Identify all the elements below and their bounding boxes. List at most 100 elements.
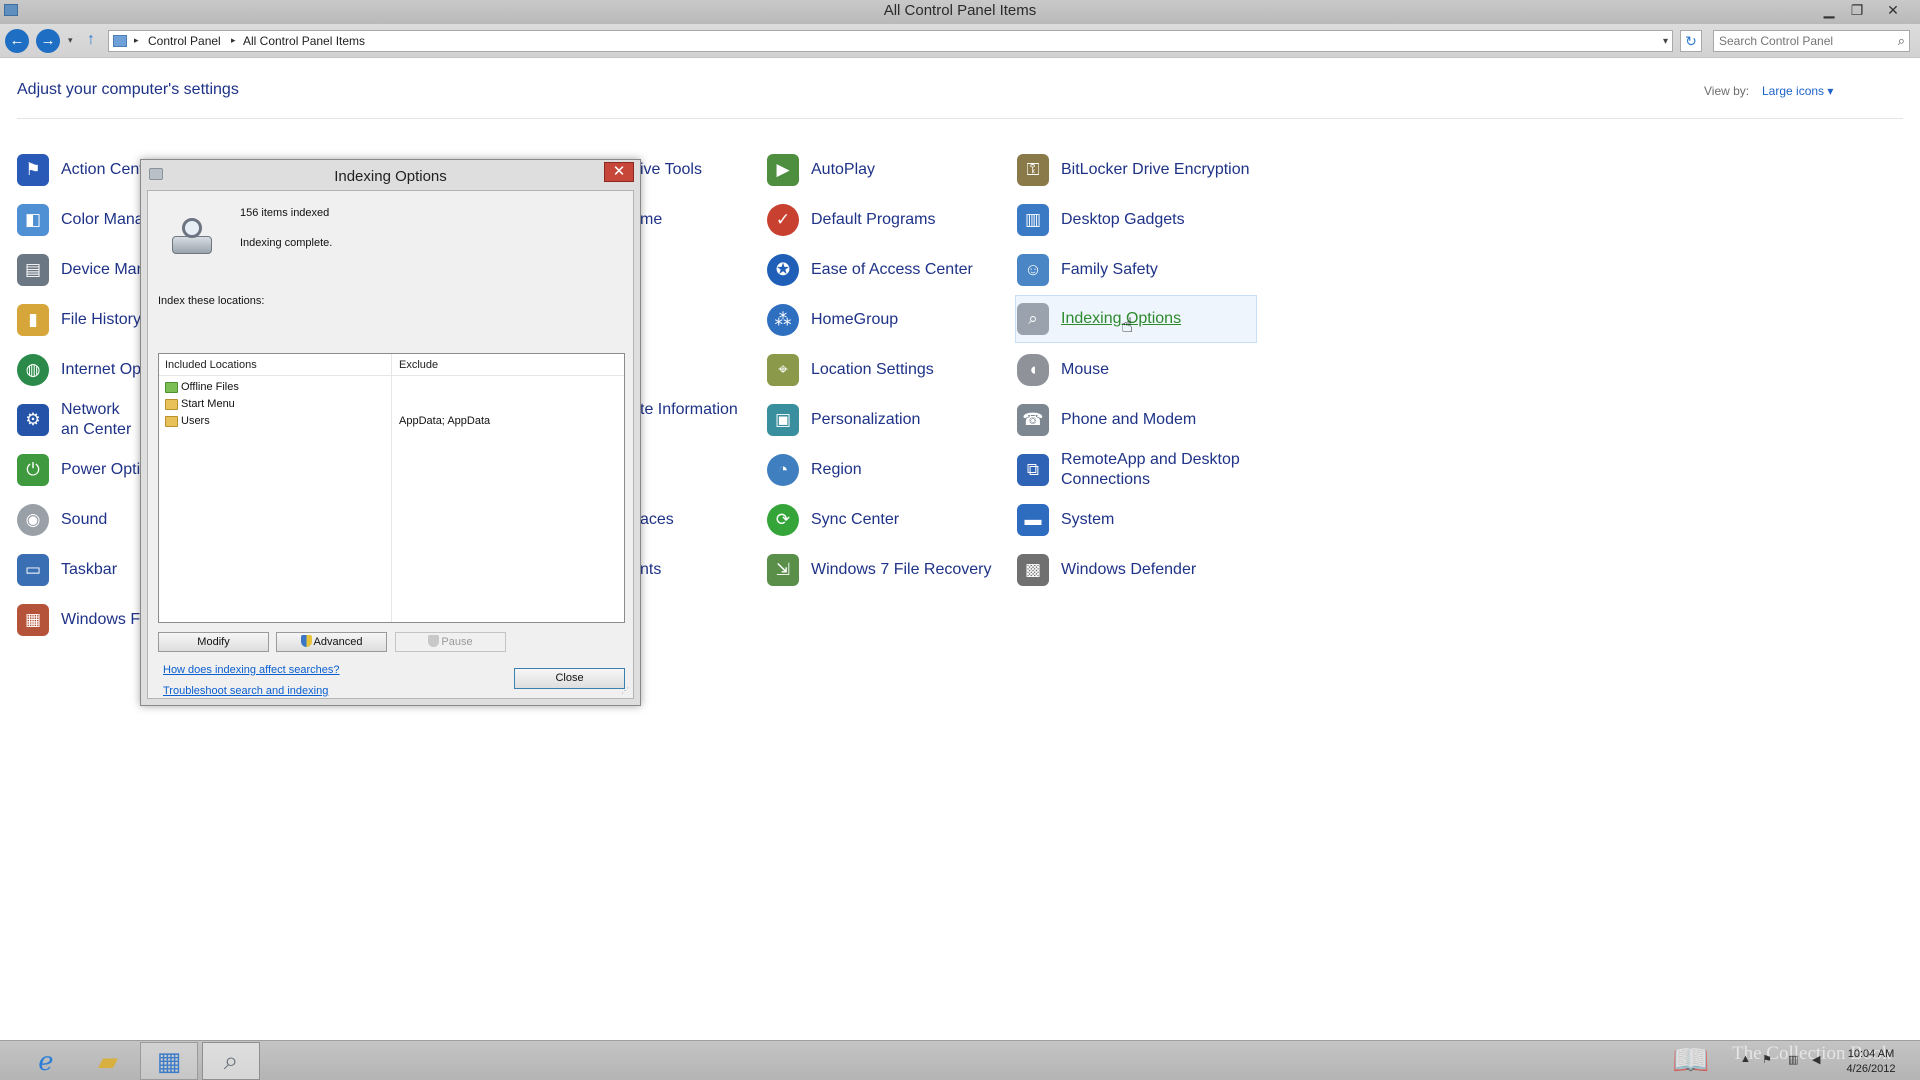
mouse-icon: ◖: [1017, 354, 1049, 386]
dialog-body: 156 items indexed Indexing complete. Ind…: [147, 190, 634, 699]
color-management-icon: ◧: [17, 204, 49, 236]
taskbar-indexing-options[interactable]: ⌕: [202, 1042, 260, 1080]
cp-item-autoplay[interactable]: ▶ AutoPlay: [767, 146, 1011, 194]
action-center-flag-icon[interactable]: ⚑: [1762, 1053, 1772, 1066]
indexing-options-dialog: Indexing Options ✕ 156 items indexed Ind…: [140, 159, 641, 706]
cp-item-system[interactable]: ▬ System: [1017, 496, 1261, 544]
search-box[interactable]: ⌕: [1713, 30, 1910, 52]
taskbar: ℯ ▰ ▦ ⌕ 📖 The Collection Book ▲ ⚑ ▥ ◀ 10…: [0, 1040, 1920, 1080]
cp-item-label: Region: [811, 461, 862, 478]
family-safety-icon: ☺: [1017, 254, 1049, 286]
breadcrumb-all-items[interactable]: All Control Panel Items: [243, 34, 365, 48]
list-item[interactable]: Users: [165, 413, 210, 429]
refresh-button[interactable]: ↻: [1680, 30, 1702, 52]
uac-shield-icon: [300, 635, 312, 647]
dialog-title-bar[interactable]: Indexing Options ✕: [141, 160, 640, 188]
maximize-button[interactable]: ❐: [1846, 1, 1868, 19]
cp-item-bitlocker[interactable]: ⚿ BitLocker Drive Encryption: [1017, 146, 1261, 194]
cp-item-homegroup[interactable]: ⁂ HomeGroup: [767, 296, 1011, 344]
taskbar-control-panel[interactable]: ▦: [140, 1042, 198, 1080]
region-icon: ◔: [767, 454, 799, 486]
taskbar-internet-explorer[interactable]: ℯ: [17, 1042, 75, 1080]
location-name: Start Menu: [181, 398, 235, 410]
cp-item-region[interactable]: ◔ Region: [767, 446, 1011, 494]
close-window-button[interactable]: ✕: [1882, 1, 1904, 19]
homegroup-icon: ⁂: [767, 304, 799, 336]
system-clock[interactable]: 10:04 AM 4/26/2012: [1838, 1047, 1904, 1077]
network-icon[interactable]: ▥: [1788, 1053, 1798, 1066]
minimize-button[interactable]: ▁: [1818, 1, 1840, 19]
modify-button[interactable]: Modify: [158, 632, 269, 652]
indexing-options-icon: ⌕: [223, 1045, 239, 1075]
internet-options-icon: ◍: [17, 354, 49, 386]
location-settings-icon: ⌖: [767, 354, 799, 386]
default-programs-icon: ✓: [767, 204, 799, 236]
included-locations-list[interactable]: Included Locations Exclude Offline Files…: [158, 353, 625, 623]
volume-icon[interactable]: ◀: [1812, 1053, 1820, 1066]
power-options-icon: ⏻: [17, 454, 49, 486]
cp-item-mouse[interactable]: ◖ Mouse: [1017, 346, 1261, 394]
cp-item-family-safety[interactable]: ☺ Family Safety: [1017, 246, 1261, 294]
heading-divider: [17, 118, 1903, 119]
up-button[interactable]: ↑: [87, 31, 95, 49]
column-header-included[interactable]: Included Locations: [165, 359, 257, 371]
advanced-button[interactable]: Advanced: [276, 632, 387, 652]
cp-item-location-settings[interactable]: ⌖ Location Settings: [767, 346, 1011, 394]
cp-item-label: Windows 7 File Recovery: [811, 561, 992, 578]
folder-icon: [165, 398, 178, 410]
device-manager-icon: ▤: [17, 254, 49, 286]
address-field[interactable]: ▸ Control Panel ▸ All Control Panel Item…: [108, 30, 1673, 52]
close-button[interactable]: Close: [514, 668, 625, 689]
indexing-status: Indexing complete.: [240, 237, 333, 249]
offline-files-icon: [165, 381, 178, 393]
location-name: Offline Files: [181, 381, 239, 393]
cp-item-remoteapp[interactable]: ⧉ RemoteApp and Desktop Connections: [1017, 446, 1261, 494]
folder-icon: [165, 415, 178, 427]
column-header-exclude[interactable]: Exclude: [399, 359, 438, 371]
view-by-dropdown[interactable]: Large icons ▾: [1762, 84, 1833, 98]
list-item[interactable]: Offline Files: [165, 379, 239, 395]
cp-item-windows-7-file-recovery[interactable]: ⇲ Windows 7 File Recovery: [767, 546, 1011, 594]
forward-button[interactable]: →: [36, 29, 60, 53]
troubleshoot-link[interactable]: Troubleshoot search and indexing: [163, 685, 328, 697]
location-name: Users: [181, 415, 210, 427]
taskbar-file-explorer[interactable]: ▰: [79, 1042, 137, 1080]
breadcrumb-separator[interactable]: ▸: [231, 35, 236, 46]
back-button[interactable]: ←: [5, 29, 29, 53]
cp-item-sync-center[interactable]: ⟳ Sync Center: [767, 496, 1011, 544]
address-dropdown-icon[interactable]: ▾: [1663, 36, 1668, 47]
cp-item-ease-of-access[interactable]: ✪ Ease of Access Center: [767, 246, 1011, 294]
cp-item-label: Mouse: [1061, 361, 1110, 378]
cp-item-network-center[interactable]: ⚙ Network an Center: [17, 396, 141, 444]
taskbar-icon: ▭: [17, 554, 49, 586]
search-input[interactable]: [1714, 31, 1884, 51]
bitlocker-icon: ⚿: [1017, 154, 1049, 186]
cp-item-personalization[interactable]: ▣ Personalization: [767, 396, 1011, 444]
resize-grip-icon[interactable]: ⋰: [621, 686, 629, 695]
breadcrumb-control-panel[interactable]: Control Panel: [148, 34, 221, 48]
list-item[interactable]: Start Menu: [165, 396, 235, 412]
cp-item-label: Desktop Gadgets: [1061, 211, 1185, 228]
clock-time: 10:04 AM: [1847, 1048, 1895, 1060]
cp-item-label: Windows Defender: [1061, 561, 1197, 578]
system-icon: ▬: [1017, 504, 1049, 536]
cp-item-desktop-gadgets[interactable]: ▥ Desktop Gadgets: [1017, 196, 1261, 244]
breadcrumb-separator[interactable]: ▸: [134, 35, 139, 46]
cp-item-label: AutoPlay: [811, 161, 876, 178]
desktop-gadgets-icon: ▥: [1017, 204, 1049, 236]
dialog-title: Indexing Options: [334, 168, 447, 185]
cp-item-windows-defender[interactable]: ▩ Windows Defender: [1017, 546, 1261, 594]
recent-locations-dropdown[interactable]: ▾: [68, 35, 73, 46]
cp-item-phone-and-modem[interactable]: ☎ Phone and Modem: [1017, 396, 1261, 444]
dialog-close-button[interactable]: ✕: [604, 162, 634, 182]
indexing-help-link[interactable]: How does indexing affect searches?: [163, 664, 340, 676]
internet-explorer-icon: ℯ: [38, 1045, 54, 1076]
indexing-drive-icon: [170, 218, 214, 256]
search-icon[interactable]: ⌕: [1898, 33, 1905, 49]
cp-item-default-programs[interactable]: ✓ Default Programs: [767, 196, 1011, 244]
cp-item-indexing-options[interactable]: ⌕ Indexing Options: [1015, 295, 1257, 343]
show-hidden-icons[interactable]: ▲: [1740, 1053, 1751, 1065]
phone-modem-icon: ☎: [1017, 404, 1049, 436]
column-divider[interactable]: [391, 354, 392, 622]
exclude-value: AppData; AppData: [399, 415, 491, 427]
